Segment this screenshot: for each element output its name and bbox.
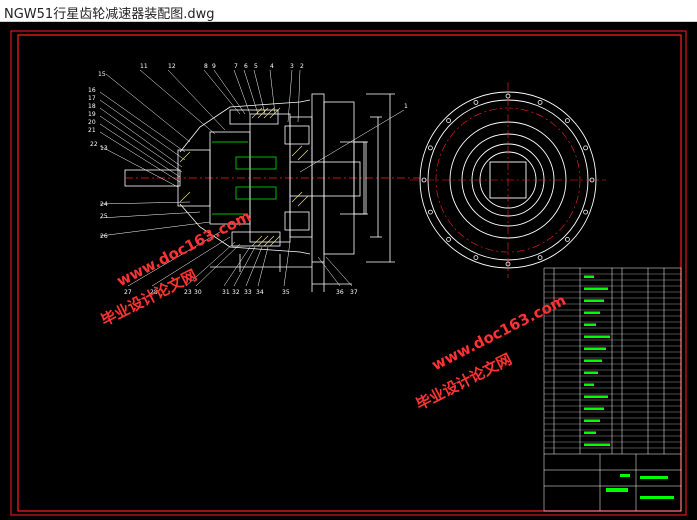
parts-row-text [584,311,600,314]
balloon-36: 36 [336,289,344,296]
balloon-12: 12 [168,63,176,70]
parts-row-text [584,383,594,386]
balloon-4: 4 [270,63,274,70]
bolt-hole [446,118,452,123]
balloon-24: 24 [100,201,108,208]
balloon-31: 31 [222,289,230,296]
cad-drawing[interactable]: 15 16 17 18 19 20 21 22 13 24 25 26 27 2… [0,22,697,520]
balloon-21: 21 [88,127,96,134]
parts-row-text [584,443,610,446]
balloon-27: 27 [124,289,132,296]
parts-list-accents [606,474,674,499]
bolt-hole [446,236,452,242]
window-title-bar: NGW51行星齿轮减速器装配图.dwg [0,0,697,22]
balloon-25: 25 [100,213,108,220]
parts-row-text [584,431,596,434]
watermark-1: 毕业设计论文网 www.doc163.com [98,207,254,330]
balloon-18: 18 [88,103,96,110]
balloon-3: 3 [290,63,294,70]
balloon-6: 6 [244,63,248,70]
balloon-13: 13 [100,145,108,152]
parts-row-text [584,347,606,350]
parts-row-text [584,395,608,398]
balloon-2: 2 [300,63,304,70]
balloon-26: 26 [100,233,108,240]
parts-row-text [584,323,596,326]
bolt-hole [473,100,479,105]
parts-row-text [584,359,602,362]
parts-row-text [584,275,594,278]
bolt-hole [537,100,543,105]
drawing-canvas[interactable]: 15 16 17 18 19 20 21 22 13 24 25 26 27 2… [0,22,697,520]
balloon-15: 15 [98,71,106,78]
balloon-7: 7 [234,63,238,70]
bolt-hole [583,209,588,215]
balloon-8: 8 [204,63,208,70]
bolt-hole [537,255,543,261]
balloon-16: 16 [88,87,96,94]
bottom-leaders [185,241,353,287]
watermark-2: 毕业设计论文网 www.doc163.com [413,291,569,414]
balloon-29: 23 [184,289,192,296]
bolt-hole [565,118,570,123]
bolt-hole [473,255,479,261]
parts-row-text [584,371,598,374]
balloon-1: 1 [404,103,408,110]
balloon-5: 5 [254,63,258,70]
balloon-9: 9 [212,63,216,70]
bolt-hole [427,145,433,151]
balloon-19: 19 [88,111,96,118]
balloon-37: 37 [350,289,358,296]
balloon-17: 17 [88,95,96,102]
parts-row-text [584,419,600,422]
balloon-35: 35 [282,289,290,296]
bolt-hole [583,145,588,151]
parts-row-text [584,299,604,302]
parts-row-text [584,407,604,410]
bolt-hole [565,236,570,242]
balloon-34: 34 [256,289,264,296]
balloon-11: 11 [140,63,148,70]
parts-row-text [584,335,610,338]
balloon-30: 30 [194,289,202,296]
end-view-centerlines [410,82,606,278]
bolt-hole [427,209,433,215]
balloon-33: 33 [244,289,252,296]
parts-row-text [584,287,608,290]
outer-frame [10,30,687,516]
balloon-32: 32 [232,289,240,296]
window-title: NGW51行星齿轮减速器装配图.dwg [4,7,215,22]
balloon-20: 20 [88,119,96,126]
balloon-22: 22 [90,141,98,148]
